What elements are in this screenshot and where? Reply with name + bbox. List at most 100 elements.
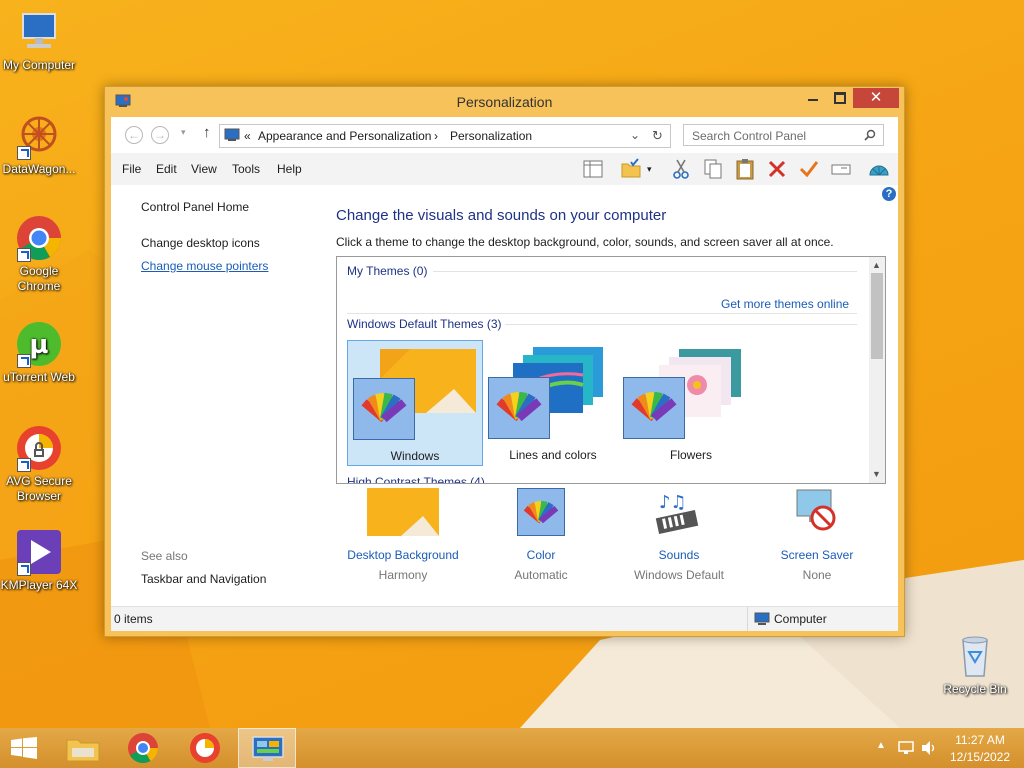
page-description: Click a theme to change the desktop back… xyxy=(336,235,834,249)
recent-pages-chevron-icon[interactable]: ▾ xyxy=(181,127,186,138)
shortcut-arrow-icon xyxy=(17,146,31,160)
maximize-button[interactable] xyxy=(826,88,852,108)
scroll-down-icon[interactable]: ▼ xyxy=(872,469,881,479)
cut-button[interactable] xyxy=(669,157,693,181)
color-palette-icon xyxy=(623,377,685,439)
back-button[interactable]: ← xyxy=(125,126,143,144)
themes-scrollbar[interactable]: ▲ ▼ xyxy=(869,257,885,483)
window-titlebar[interactable]: Personalization ✕ xyxy=(105,87,904,117)
close-icon: ✕ xyxy=(869,89,883,106)
clock-time[interactable]: 11:27 AM xyxy=(940,733,1020,747)
up-arrow-button[interactable]: ↑ xyxy=(203,124,211,141)
layout-pane-button[interactable] xyxy=(581,157,605,181)
copy-button[interactable] xyxy=(701,157,725,181)
theme-flowers[interactable]: Flowers xyxy=(623,340,759,466)
folder-icon xyxy=(66,739,100,762)
status-location: Computer xyxy=(774,612,827,626)
link-taskbar-navigation[interactable]: Taskbar and Navigation xyxy=(141,572,266,586)
layout-pane-icon xyxy=(583,160,603,178)
paste-button[interactable] xyxy=(733,157,757,181)
desktop-icon-google-chrome[interactable]: Google Chrome xyxy=(0,214,78,294)
theme-windows[interactable]: Windows xyxy=(347,340,483,466)
link-control-panel-home[interactable]: Control Panel Home xyxy=(141,200,249,214)
forward-arrow-icon: → xyxy=(154,128,166,142)
color-palette-icon xyxy=(517,488,565,536)
taskbar-avg-browser[interactable] xyxy=(176,728,234,768)
window-title: Personalization xyxy=(456,94,553,110)
desktop-background-icon xyxy=(367,488,439,536)
desktop-icon-my-computer[interactable]: My Computer xyxy=(0,8,78,73)
desktop-icon-utorrent-web[interactable]: µ uTorrent Web xyxy=(0,320,78,385)
menu-view[interactable]: View xyxy=(191,162,217,176)
delete-button[interactable] xyxy=(765,157,789,181)
status-bar: 0 items Computer xyxy=(111,606,898,631)
menu-help[interactable]: Help xyxy=(277,162,302,176)
minimize-button[interactable] xyxy=(800,88,826,108)
page-title: Change the visuals and sounds on your co… xyxy=(336,207,667,224)
group-high-contrast[interactable]: High Contrast Themes (4) xyxy=(347,475,485,483)
search-icon[interactable] xyxy=(864,129,876,141)
clock-date[interactable]: 12/15/2022 xyxy=(940,750,1020,764)
taskbar-control-panel[interactable] xyxy=(238,728,296,768)
taskbar-chrome[interactable] xyxy=(114,728,172,768)
refresh-icon[interactable]: ↻ xyxy=(652,128,663,144)
desktop-icon-label: KMPlayer 64X xyxy=(0,578,78,592)
datawagon-icon xyxy=(15,112,63,160)
scroll-thumb[interactable] xyxy=(871,273,883,359)
chrome-icon xyxy=(128,733,158,764)
search-input[interactable]: Search Control Panel xyxy=(683,124,884,146)
control-panel-path-icon xyxy=(224,128,240,142)
shortcut-arrow-icon xyxy=(17,354,31,368)
scroll-up-icon[interactable]: ▲ xyxy=(872,260,881,270)
group-default-themes[interactable]: Windows Default Themes (3) xyxy=(347,317,502,331)
svg-text:♪♫: ♪♫ xyxy=(659,492,687,513)
chrome-icon xyxy=(15,214,63,262)
folder-check-icon xyxy=(621,158,641,178)
menu-edit[interactable]: Edit xyxy=(156,162,177,176)
link-change-desktop-icons[interactable]: Change desktop icons xyxy=(141,236,260,250)
menu-file[interactable]: File xyxy=(122,162,141,176)
utorrent-icon: µ xyxy=(15,320,63,368)
breadcrumb-personalization[interactable]: Personalization xyxy=(450,129,532,143)
recycle-bin-icon xyxy=(951,632,999,680)
avg-browser-icon xyxy=(190,733,220,763)
color-palette-icon xyxy=(353,378,415,440)
desktop-icon-datawagon[interactable]: DataWagon... xyxy=(0,112,78,177)
group-my-themes[interactable]: My Themes (0) xyxy=(347,264,427,278)
desktop-icon-recycle-bin[interactable]: Recycle Bin xyxy=(936,632,1014,697)
see-also-label: See also xyxy=(141,549,188,563)
shortcut-arrow-icon xyxy=(17,562,31,576)
setting-title: Sounds xyxy=(658,548,700,562)
setting-value: Windows Default xyxy=(633,568,725,582)
folder-options-button[interactable] xyxy=(619,157,643,181)
network-icon[interactable] xyxy=(897,740,915,756)
link-change-mouse-pointers[interactable]: Change mouse pointers xyxy=(141,259,268,273)
breadcrumb-appearance[interactable]: Appearance and Personalization xyxy=(258,129,431,143)
desktop-icon-kmplayer[interactable]: KMPlayer 64X xyxy=(0,528,78,593)
address-dropdown-icon[interactable]: ⌄ xyxy=(630,128,640,142)
shortcut-arrow-icon xyxy=(17,458,31,472)
breadcrumb-separator[interactable]: › xyxy=(434,129,438,143)
folder-options-dropdown[interactable]: ▾ xyxy=(647,157,659,181)
theme-label: Windows xyxy=(390,449,440,463)
help-icon[interactable]: ? xyxy=(882,187,896,201)
status-divider xyxy=(747,607,748,631)
address-path-box[interactable]: « Appearance and Personalization › Perso… xyxy=(219,124,671,148)
forward-button[interactable]: → xyxy=(151,126,169,144)
link-get-more-themes[interactable]: Get more themes online xyxy=(721,297,849,311)
menu-tools[interactable]: Tools xyxy=(232,162,260,176)
setting-title: Screen Saver xyxy=(780,548,854,562)
taskbar-file-explorer[interactable] xyxy=(54,728,112,768)
close-button[interactable]: ✕ xyxy=(853,88,899,108)
desktop-icon-avg-secure-browser[interactable]: AVG Secure Browser xyxy=(0,424,78,504)
properties-check-button[interactable] xyxy=(797,157,821,181)
shell-button[interactable] xyxy=(867,157,891,181)
theme-lines-and-colors[interactable]: Lines and colors xyxy=(485,340,621,466)
start-button[interactable] xyxy=(0,728,48,768)
desktop-icon-label: DataWagon... xyxy=(2,162,76,176)
personalization-window: Personalization ✕ ← → ▾ ↑ « Appearance a… xyxy=(104,86,905,637)
tray-overflow-chevron-icon[interactable]: ▲ xyxy=(876,740,886,751)
rename-button[interactable] xyxy=(829,157,853,181)
volume-icon[interactable] xyxy=(920,740,938,756)
themes-list[interactable]: My Themes (0) Get more themes online Win… xyxy=(336,256,886,484)
